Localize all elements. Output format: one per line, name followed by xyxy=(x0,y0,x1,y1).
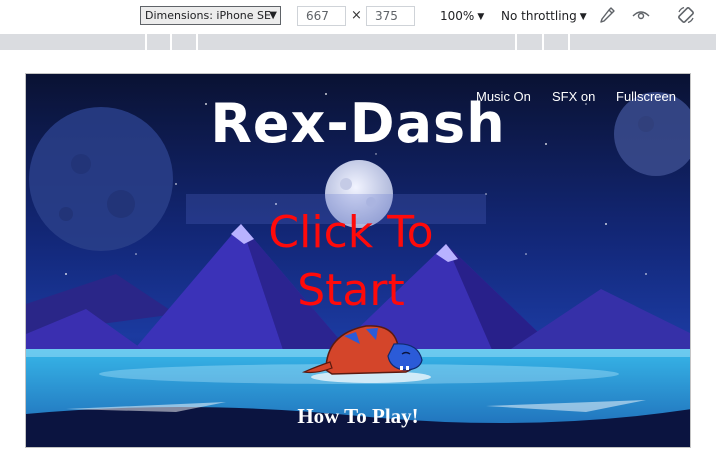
chevron-down-icon: ▼ xyxy=(579,12,587,22)
zoom-label: 100% xyxy=(440,9,475,23)
width-input[interactable]: 667 xyxy=(297,6,346,26)
ruler-tick xyxy=(196,34,198,50)
device-dimensions-label: Dimensions: iPhone SE xyxy=(145,9,271,22)
rotate-icon[interactable] xyxy=(676,5,696,25)
click-to-start-button[interactable]: Click To Start xyxy=(231,204,471,320)
eyedropper-icon[interactable] xyxy=(597,5,617,25)
device-toolbar: Dimensions: iPhone SE ▼ 667 × 375 100% ▼ … xyxy=(0,0,716,34)
ruler-tick xyxy=(170,34,172,50)
eye-icon[interactable] xyxy=(631,5,651,25)
ruler-tick xyxy=(568,34,570,50)
height-input[interactable]: 375 xyxy=(366,6,415,26)
ruler-tick xyxy=(515,34,517,50)
device-dimensions-select[interactable]: Dimensions: iPhone SE ▼ xyxy=(140,6,281,25)
ruler-tick xyxy=(542,34,544,50)
throttling-select[interactable]: No throttling ▼ xyxy=(501,9,587,23)
ruler-tick xyxy=(145,34,147,50)
chevron-down-icon: ▼ xyxy=(269,10,277,21)
chevron-down-icon: ▼ xyxy=(477,12,485,22)
device-viewport[interactable]: Music On SFX on Fullscreen Rex-Dash Clic… xyxy=(25,73,691,448)
media-query-ruler[interactable] xyxy=(0,34,716,50)
game-title: Rex-Dash xyxy=(210,92,506,155)
how-to-play-button[interactable]: How To Play! xyxy=(26,404,690,429)
start-line-1: Click To xyxy=(268,207,434,258)
throttling-label: No throttling xyxy=(501,9,577,23)
zoom-select[interactable]: 100% ▼ xyxy=(440,9,484,23)
start-line-2: Start xyxy=(297,265,405,316)
times-separator: × xyxy=(351,8,362,23)
